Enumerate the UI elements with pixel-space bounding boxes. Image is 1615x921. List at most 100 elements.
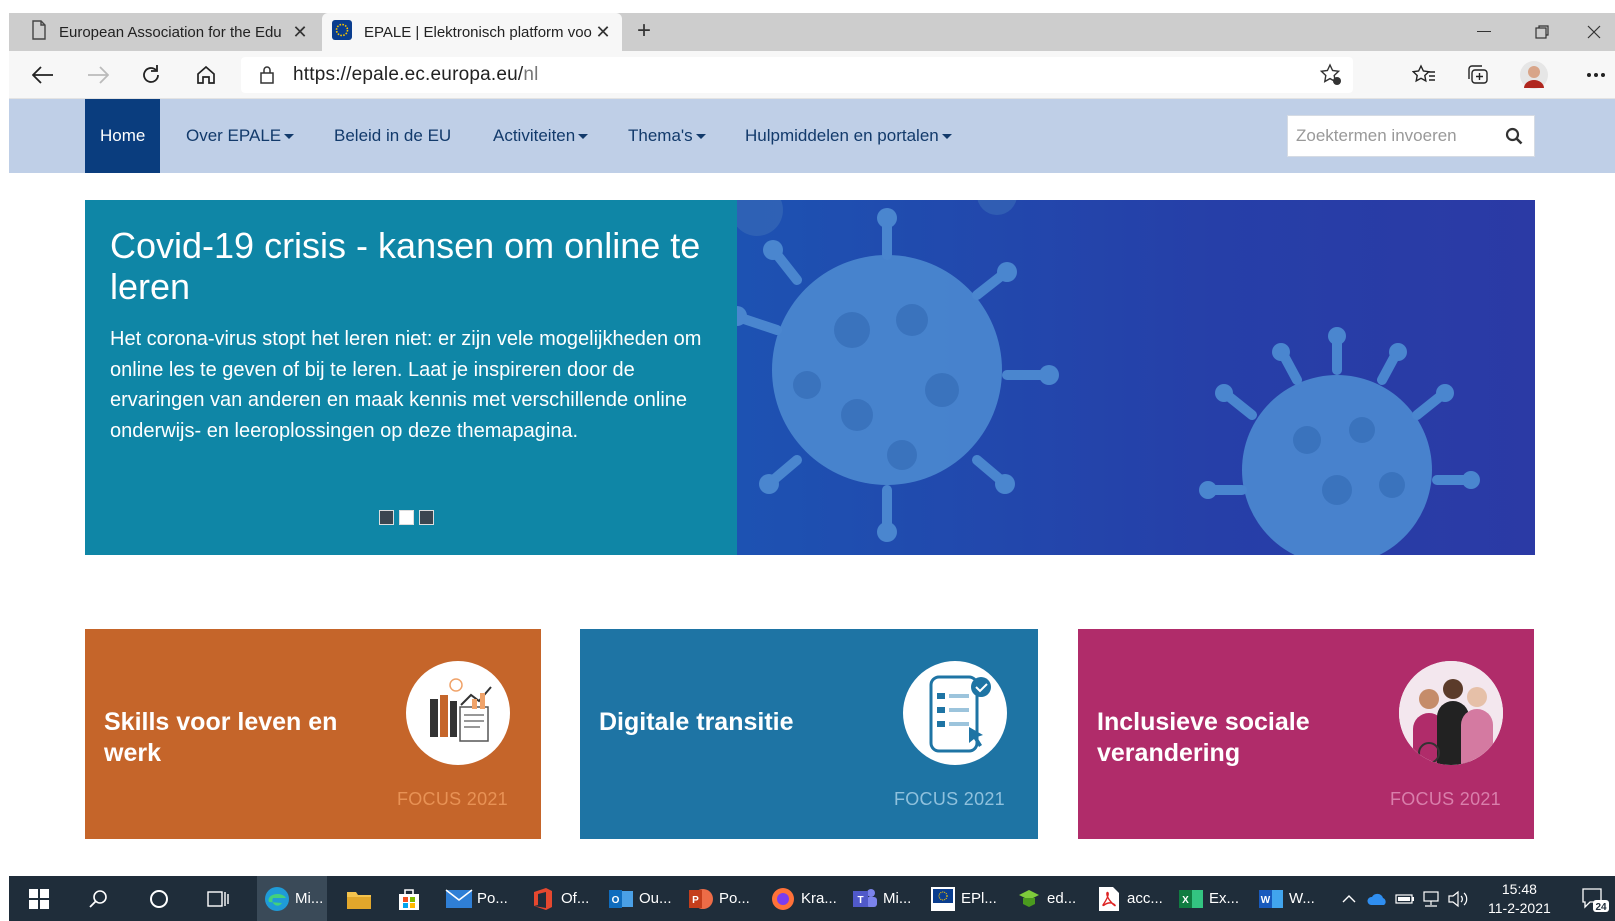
battery-icon[interactable] — [1395, 876, 1415, 921]
refresh-icon[interactable] — [134, 59, 168, 91]
hero-carousel[interactable]: Covid-19 crisis - kansen om online te le… — [85, 200, 1535, 555]
office-icon — [529, 885, 557, 913]
mail-icon — [445, 885, 473, 913]
books-chart-icon — [406, 661, 510, 765]
close-tab-icon[interactable]: ✕ — [291, 22, 309, 43]
taskbar-app-teams[interactable]: T Mi... — [851, 876, 911, 921]
nav-hulpmiddelen[interactable]: Hulpmiddelen en portalen — [745, 99, 952, 173]
card-title: Digitale transitie — [599, 708, 794, 736]
taskbar-app-store[interactable] — [395, 876, 427, 921]
close-window-icon[interactable] — [1571, 13, 1615, 51]
windows-start-icon[interactable] — [29, 876, 49, 921]
eu-flag-icon — [332, 20, 352, 44]
carousel-dot[interactable] — [419, 510, 434, 525]
taskbar-label: Po... — [719, 890, 750, 907]
lock-icon[interactable] — [259, 65, 275, 90]
eplus-icon — [929, 885, 957, 913]
add-favorite-icon[interactable] — [1319, 63, 1343, 92]
focus-card-inclusion[interactable]: Inclusieve sociale verandering FOCUS 202… — [1078, 629, 1534, 839]
windows-taskbar: Mi... Po... Of... O Ou... P Po... Kra... — [9, 876, 1615, 921]
svg-text:X: X — [1182, 895, 1189, 906]
taskbar-app-pdf[interactable]: acc... — [1095, 876, 1163, 921]
nav-activiteiten[interactable]: Activiteiten — [493, 99, 589, 173]
taskbar-app-firefox[interactable]: Kra... — [769, 876, 837, 921]
taskbar-app-word[interactable]: W W... — [1257, 876, 1315, 921]
focus-label: FOCUS 2021 — [893, 789, 1005, 809]
teams-icon: T — [851, 885, 879, 913]
carousel-dot[interactable] — [379, 510, 394, 525]
task-view-icon[interactable] — [207, 876, 229, 921]
tab-title: European Association for the Edu — [59, 23, 282, 41]
taskbar-label: EPl... — [961, 890, 997, 907]
carousel-dot-active[interactable] — [399, 510, 414, 525]
url-field[interactable]: https://epale.ec.europa.eu/nl — [241, 57, 1353, 93]
taskbar-app-excel[interactable]: X Ex... — [1177, 876, 1239, 921]
tab-title: EPALE | Elektronisch platform voo — [364, 23, 592, 41]
back-icon[interactable] — [26, 59, 60, 91]
focus-card-skills[interactable]: Skills voor leven en werk FOCUS 2021 — [85, 629, 541, 839]
home-icon[interactable] — [189, 59, 223, 91]
tab-european-association[interactable]: European Association for the Edu ✕ — [21, 13, 319, 51]
tab-epale[interactable]: EPALE | Elektronisch platform voo ✕ — [322, 13, 622, 51]
taskbar-label: Mi... — [883, 890, 912, 907]
volume-icon[interactable] — [1447, 876, 1469, 921]
tab-strip: European Association for the Edu ✕ EPALE… — [9, 13, 1615, 51]
favorites-icon[interactable] — [1407, 59, 1441, 91]
taskbar-label: Ou... — [639, 890, 672, 907]
system-clock[interactable]: 15:48 11-2-2021 — [1488, 880, 1551, 918]
site-navigation: Home Over EPALE Beleid in de EU Activite… — [9, 99, 1615, 173]
taskbar-app-education[interactable]: ed... — [1015, 876, 1076, 921]
cortana-icon[interactable] — [149, 876, 169, 921]
phone-checklist-icon — [903, 661, 1007, 765]
excel-icon: X — [1177, 885, 1205, 913]
more-menu-icon[interactable] — [1579, 59, 1613, 91]
focus-label: FOCUS 2021 — [1389, 789, 1501, 809]
minimize-icon[interactable] — [1461, 13, 1507, 51]
taskbar-label: Mi... — [295, 890, 324, 907]
taskbar-label: Kra... — [801, 890, 837, 907]
taskbar-app-explorer[interactable] — [345, 876, 377, 921]
nav-home[interactable]: Home — [85, 99, 161, 173]
browser-window: European Association for the Edu ✕ EPALE… — [9, 13, 1615, 921]
search-icon[interactable] — [89, 876, 109, 921]
taskbar-app-mail[interactable]: Po... — [445, 876, 508, 921]
taskbar-app-eplus[interactable]: EPl... — [929, 876, 997, 921]
outlook-icon: O — [607, 885, 635, 913]
carousel-indicators — [379, 510, 434, 525]
taskbar-app-powerpoint[interactable]: P Po... — [687, 876, 750, 921]
address-bar: https://epale.ec.europa.eu/nl — [9, 51, 1615, 99]
powerpoint-icon: P — [687, 885, 715, 913]
taskbar-app-outlook[interactable]: O Ou... — [607, 876, 672, 921]
svg-text:T: T — [857, 895, 863, 906]
forward-icon[interactable] — [81, 59, 115, 91]
collections-icon[interactable] — [1462, 59, 1496, 91]
search-input[interactable]: Zoektermen invoeren — [1288, 126, 1494, 146]
onedrive-icon[interactable] — [1367, 876, 1389, 921]
svg-text:P: P — [692, 895, 699, 906]
restore-icon[interactable] — [1519, 13, 1565, 51]
nav-over-epale[interactable]: Over EPALE — [186, 99, 295, 173]
store-icon — [395, 885, 423, 913]
network-icon[interactable] — [1421, 876, 1441, 921]
taskbar-label: Ex... — [1209, 890, 1240, 907]
hero-title[interactable]: Covid-19 crisis - kansen om online te le… — [110, 225, 712, 307]
card-title: Skills voor leven en werk — [104, 708, 338, 767]
svg-text:O: O — [612, 895, 620, 906]
avatar[interactable] — [1517, 59, 1551, 91]
focus-card-digital[interactable]: Digitale transitie FOCUS 2021 — [580, 629, 1038, 839]
notification-count: 24 — [1595, 902, 1607, 912]
hero-text-panel: Covid-19 crisis - kansen om online te le… — [85, 200, 737, 555]
nav-themas[interactable]: Thema's — [628, 99, 706, 173]
page-icon — [31, 20, 47, 44]
nav-beleid-in-de-eu[interactable]: Beleid in de EU — [334, 99, 451, 173]
taskbar-app-edge[interactable]: Mi... — [257, 876, 327, 921]
taskbar-app-office[interactable]: Of... — [529, 876, 589, 921]
chevron-up-icon[interactable] — [1342, 876, 1356, 921]
notifications-icon[interactable]: 24 — [1581, 876, 1609, 921]
search-icon[interactable] — [1494, 127, 1534, 145]
taskbar-label: ed... — [1047, 890, 1077, 907]
url-text: https://epale.ec.europa.eu/nl — [293, 64, 539, 85]
close-tab-icon[interactable]: ✕ — [594, 22, 612, 43]
clock-time: 15:48 — [1501, 881, 1537, 897]
new-tab-button[interactable]: + — [631, 19, 657, 45]
